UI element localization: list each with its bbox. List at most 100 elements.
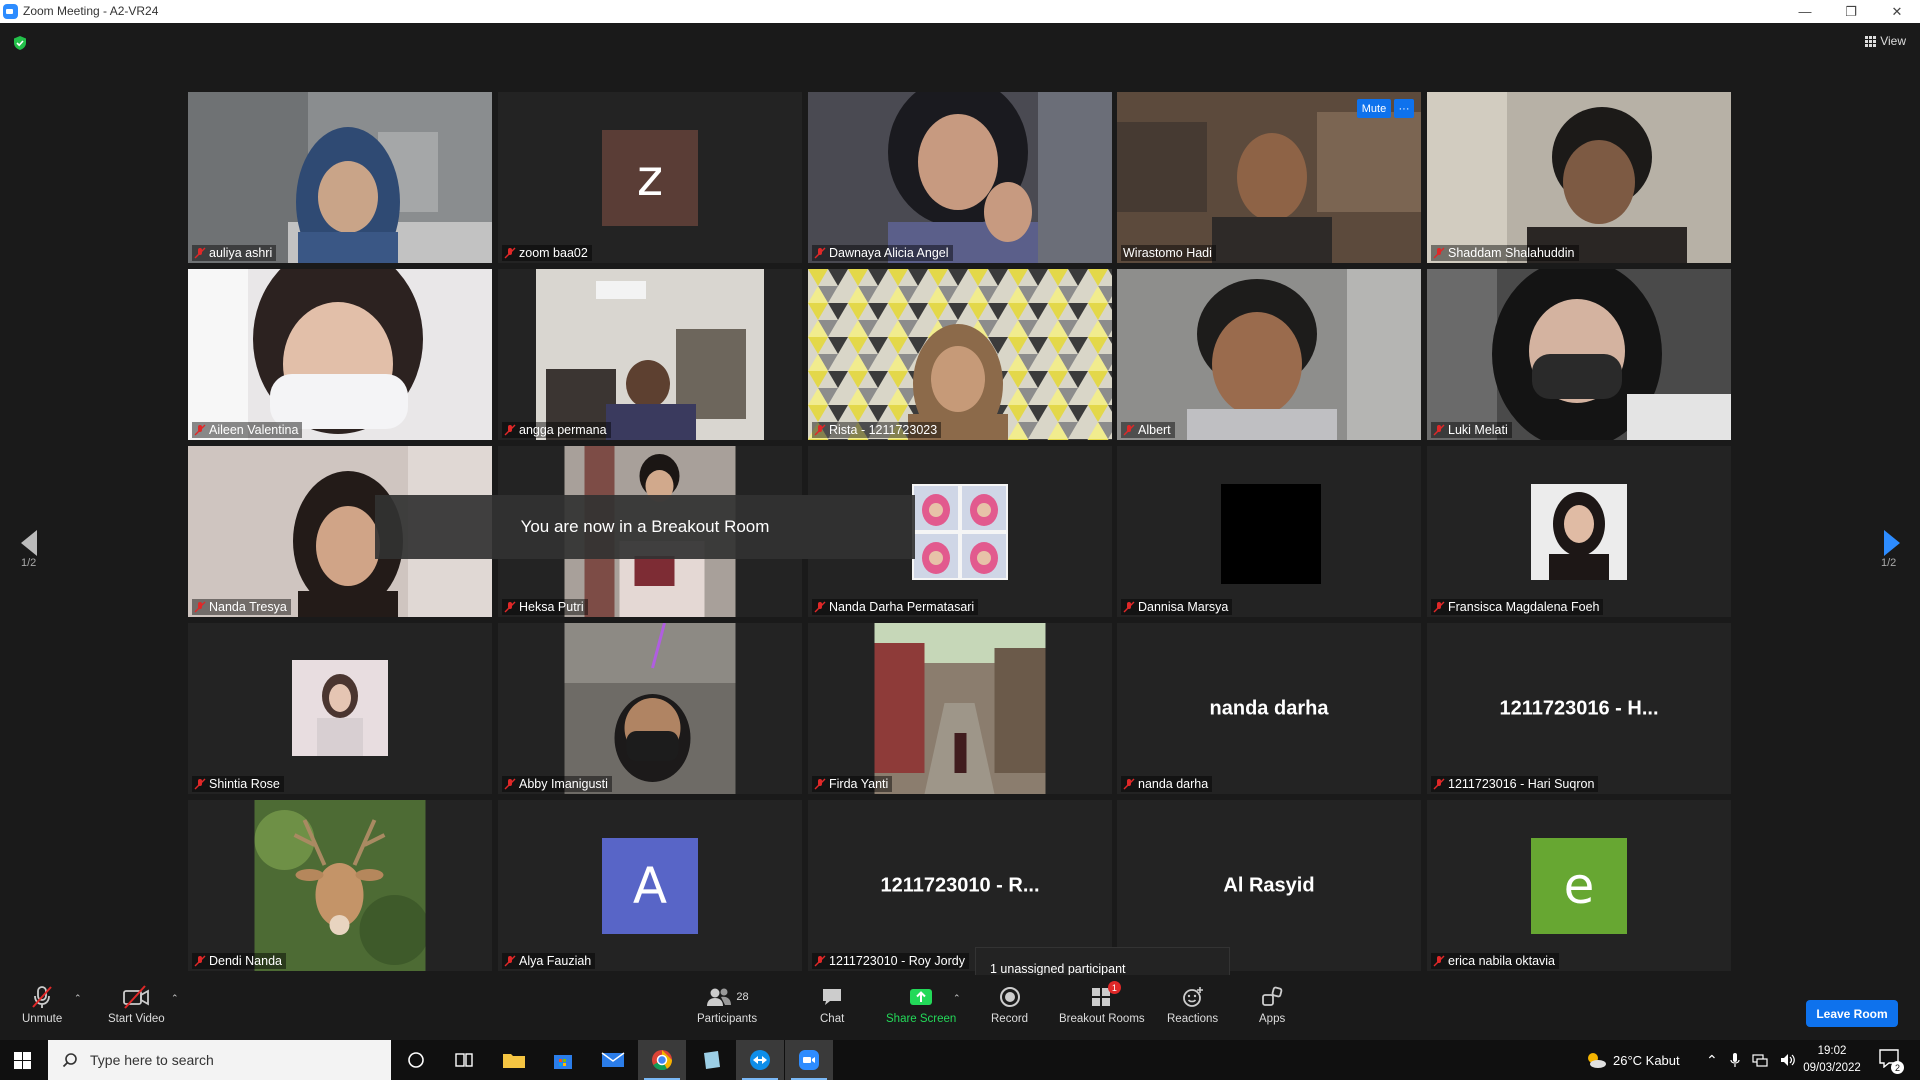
teamviewer-icon[interactable] xyxy=(736,1040,784,1080)
participant-nameplate: Alya Fauziah xyxy=(502,953,596,969)
mic-muted-icon xyxy=(504,424,516,436)
mail-icon[interactable] xyxy=(589,1040,637,1080)
view-button[interactable]: View xyxy=(1865,34,1906,48)
video-tile[interactable]: 1211723016 - H... 1211723016 - Hari Suqr… xyxy=(1427,623,1731,794)
video-tile[interactable]: Dawnaya Alicia Angel xyxy=(808,92,1112,263)
participant-video xyxy=(808,92,1112,263)
cortana-icon[interactable] xyxy=(392,1040,440,1080)
share-screen-label: Share Screen xyxy=(886,1013,957,1025)
mic-muted-icon xyxy=(194,247,206,259)
minimize-button[interactable]: — xyxy=(1782,0,1828,23)
share-options-caret-icon[interactable]: ⌃ xyxy=(953,993,961,1004)
video-tile[interactable]: Albert xyxy=(1117,269,1421,440)
participants-label: Participants xyxy=(697,1013,758,1025)
weather-text: 26°C Kabut xyxy=(1613,1052,1680,1068)
record-icon xyxy=(999,987,1020,1007)
profile-photo xyxy=(292,660,388,756)
volume-icon[interactable] xyxy=(1780,1053,1796,1067)
shield-icon[interactable] xyxy=(12,35,28,51)
video-tile-active-speaker[interactable]: Mute ··· Wirastomo Hadi xyxy=(1117,92,1421,263)
reactions-button[interactable]: Reactions xyxy=(1167,983,1218,1025)
mic-muted-icon xyxy=(814,955,826,967)
zoom-taskbar-icon[interactable] xyxy=(785,1040,833,1080)
page-indicator-left: 1/2 xyxy=(21,557,37,569)
microphone-muted-icon xyxy=(32,986,52,1008)
video-options-caret-icon[interactable]: ⌃ xyxy=(171,993,179,1004)
weather-widget[interactable]: 26°C Kabut xyxy=(1585,1040,1680,1080)
unmute-button[interactable]: Unmute xyxy=(22,983,62,1025)
windows-start-icon[interactable] xyxy=(14,1052,31,1069)
profile-photo xyxy=(912,484,1008,580)
video-tile[interactable]: Firda Yanti xyxy=(808,623,1112,794)
participant-nameplate: Wirastomo Hadi xyxy=(1121,245,1216,261)
video-tile[interactable]: nanda darha nanda darha xyxy=(1117,623,1421,794)
participant-name: Fransisca Magdalena Foeh xyxy=(1448,600,1600,614)
video-tile[interactable]: auliya ashri xyxy=(188,92,492,263)
participant-name: Dannisa Marsya xyxy=(1138,600,1229,614)
apps-button[interactable]: Apps xyxy=(1259,983,1285,1025)
video-tile[interactable]: Abby Imanigusti xyxy=(498,623,802,794)
share-screen-icon xyxy=(910,989,933,1005)
avatar: z xyxy=(602,129,698,226)
video-tile[interactable]: A Alya Fauziah xyxy=(498,800,802,971)
breakout-room-notice: You are now in a Breakout Room xyxy=(375,495,915,559)
chrome-icon[interactable] xyxy=(638,1040,686,1080)
video-tile[interactable]: Dendi Nanda xyxy=(188,800,492,971)
video-tile[interactable]: 1211723010 - R... 1211723010 - Roy Jordy xyxy=(808,800,1112,971)
video-tile[interactable]: Rista - 1211723023 xyxy=(808,269,1112,440)
participant-nameplate: Firda Yanti xyxy=(812,776,893,792)
participant-name: Shaddam Shalahuddin xyxy=(1448,246,1575,260)
tray-overflow-chevron-icon[interactable]: ⌃ xyxy=(1706,1052,1718,1069)
participants-icon xyxy=(707,988,732,1006)
mic-muted-icon xyxy=(504,601,516,613)
grid-view-icon xyxy=(1865,35,1877,47)
windows-taskbar: Type here to search 26°C Kabut ⌃ 19:02 0… xyxy=(0,1040,1920,1080)
mic-muted-icon xyxy=(1433,778,1445,790)
mic-muted-icon xyxy=(1433,955,1445,967)
profile-photo xyxy=(1221,484,1321,584)
video-tile[interactable]: z zoom baa02 xyxy=(498,92,802,263)
mic-muted-icon xyxy=(1433,247,1445,259)
leave-room-button[interactable]: Leave Room xyxy=(1806,1000,1898,1027)
participant-name: angga permana xyxy=(519,423,607,437)
record-button[interactable]: Record xyxy=(991,983,1028,1025)
participant-video xyxy=(188,92,492,263)
notification-center-icon[interactable]: 2 xyxy=(1878,1048,1904,1074)
file-explorer-icon[interactable] xyxy=(490,1040,538,1080)
notes-app-icon[interactable] xyxy=(687,1040,735,1080)
breakout-rooms-button[interactable]: 1 Breakout Rooms xyxy=(1059,981,1145,1025)
restore-button[interactable]: ❐ xyxy=(1828,0,1874,23)
video-tile[interactable]: Al Rasyid xyxy=(1117,800,1421,971)
video-tile[interactable]: Fransisca Magdalena Foeh xyxy=(1427,446,1731,617)
participant-name: 1211723016 - Hari Suqron xyxy=(1448,777,1595,791)
task-view-icon[interactable] xyxy=(440,1040,488,1080)
chat-button[interactable]: Chat xyxy=(820,983,844,1025)
more-options-button[interactable]: ··· xyxy=(1394,99,1414,118)
video-tile[interactable]: e erica nabila oktavia xyxy=(1427,800,1731,971)
audio-options-caret-icon[interactable]: ⌃ xyxy=(74,993,82,1004)
close-button[interactable]: ✕ xyxy=(1874,0,1920,23)
taskbar-clock[interactable]: 19:02 09/03/2022 xyxy=(1800,1043,1864,1077)
video-tile[interactable]: angga permana xyxy=(498,269,802,440)
participant-name: Heksa Putri xyxy=(519,600,584,614)
tray-microphone-icon[interactable] xyxy=(1730,1052,1740,1068)
start-video-button[interactable]: Start Video xyxy=(108,983,165,1025)
microsoft-store-icon[interactable] xyxy=(539,1040,587,1080)
weather-sun-cloud-icon xyxy=(1588,1053,1606,1068)
video-tile[interactable]: Aileen Valentina xyxy=(188,269,492,440)
network-icon[interactable] xyxy=(1752,1053,1768,1067)
mic-muted-icon xyxy=(194,424,206,436)
share-screen-button[interactable]: Share Screen xyxy=(886,983,956,1025)
mute-participant-button[interactable]: Mute xyxy=(1357,99,1391,118)
participant-video xyxy=(254,800,426,971)
video-tile[interactable]: Shintia Rose xyxy=(188,623,492,794)
video-tile[interactable]: Shaddam Shalahuddin xyxy=(1427,92,1731,263)
window-title: Zoom Meeting - A2-VR24 xyxy=(23,4,159,18)
page-indicator-right: 1/2 xyxy=(1881,557,1897,569)
participant-video xyxy=(808,269,1112,440)
video-tile[interactable]: Luki Melati xyxy=(1427,269,1731,440)
participants-button[interactable]: 28 Participants xyxy=(697,983,757,1025)
mic-muted-icon xyxy=(1433,601,1445,613)
video-tile[interactable]: Dannisa Marsya xyxy=(1117,446,1421,617)
taskbar-search-box[interactable]: Type here to search xyxy=(48,1040,391,1080)
